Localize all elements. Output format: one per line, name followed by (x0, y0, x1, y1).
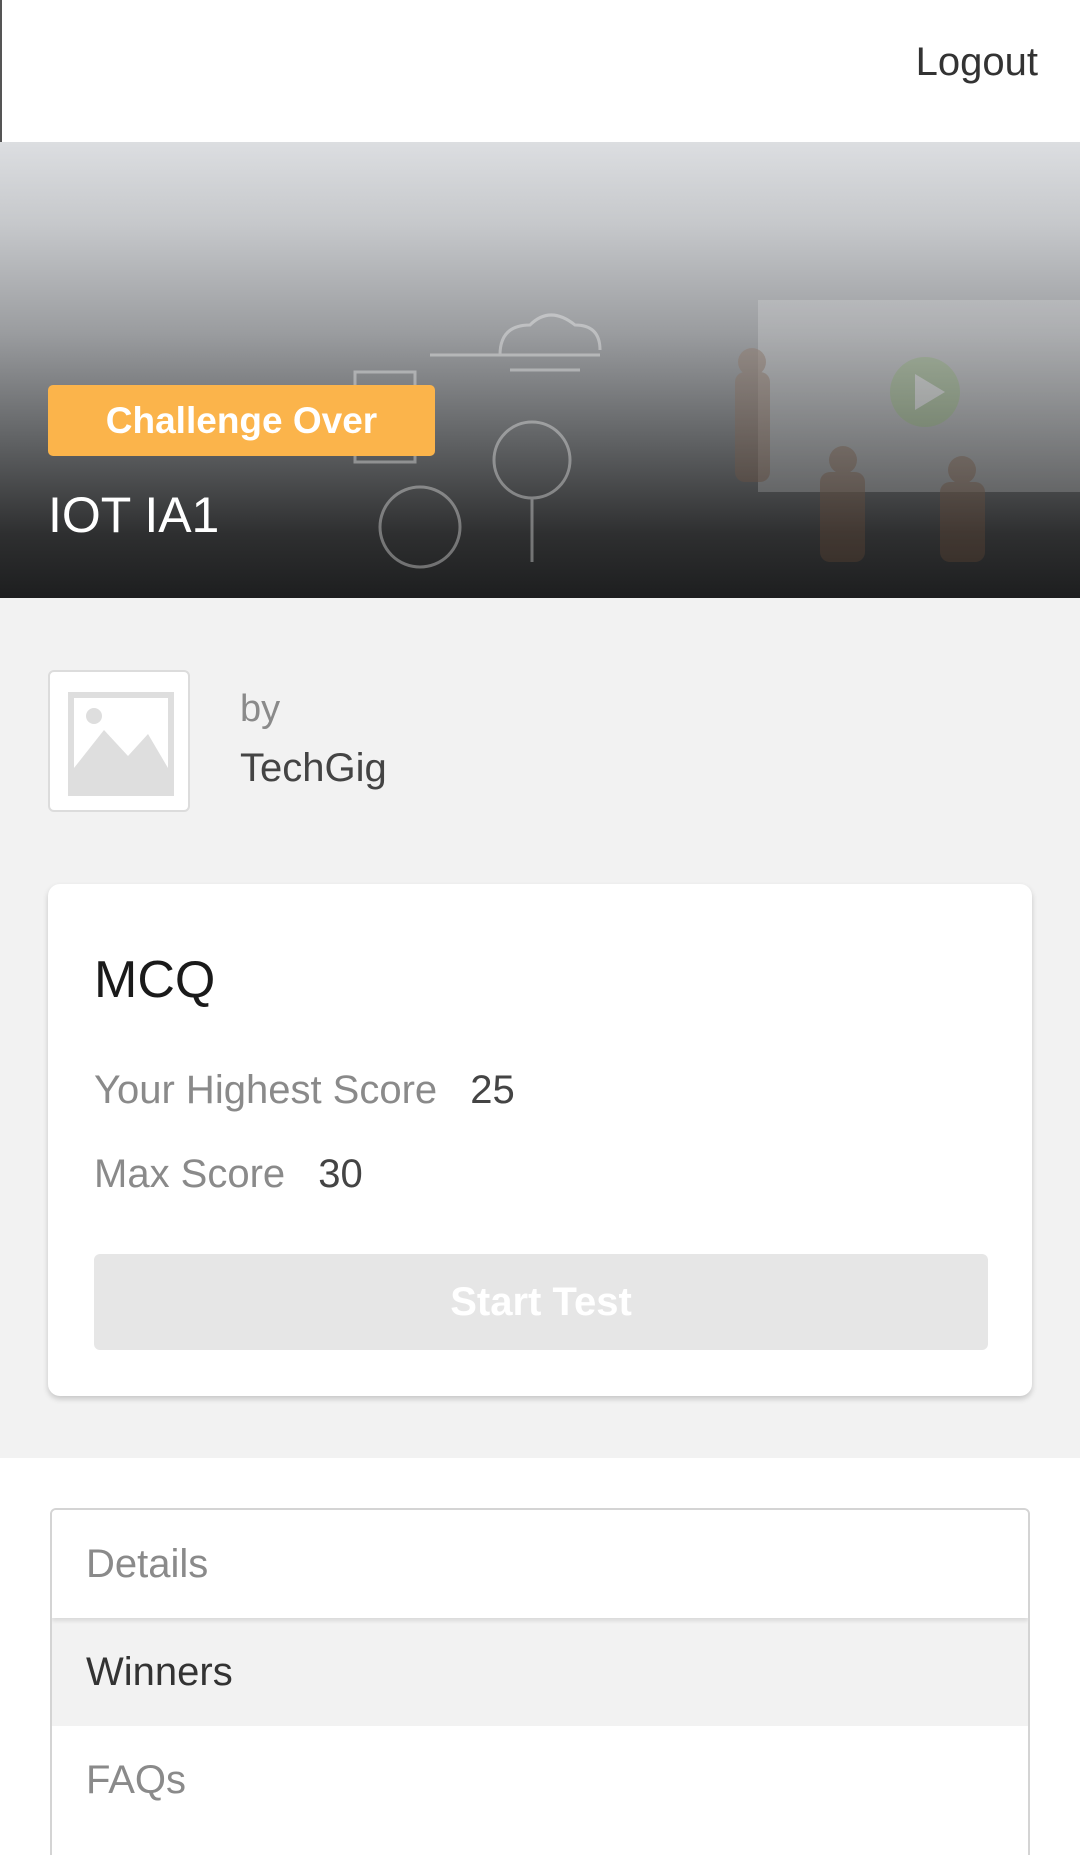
tab-faqs[interactable]: FAQs (52, 1726, 1028, 1834)
max-score-row: Max Score 30 (94, 1152, 363, 1197)
organizer-by-label: by (240, 688, 281, 730)
test-type-title: MCQ (94, 951, 216, 1009)
organizer-name: TechGig (240, 746, 387, 790)
challenge-title: IOT IA1 (48, 487, 220, 543)
highest-score-value: 25 (470, 1068, 515, 1112)
start-test-button[interactable]: Start Test (94, 1254, 988, 1350)
organizer-logo (48, 670, 190, 812)
tab-winners[interactable]: Winners (52, 1618, 1028, 1726)
tab-details[interactable]: Details (52, 1510, 1028, 1618)
logout-link[interactable]: Logout (916, 40, 1038, 85)
challenge-page: Logout Challenge Over IOT IA1 by TechGig… (0, 0, 1080, 1855)
details-section: Details Winners FAQs (0, 1458, 1080, 1855)
challenge-banner: Challenge Over IOT IA1 (0, 142, 1080, 598)
max-score-label: Max Score (94, 1152, 286, 1196)
top-bar: Logout (0, 0, 1080, 142)
image-placeholder-icon (68, 692, 174, 796)
highest-score-row: Your Highest Score 25 (94, 1068, 515, 1113)
mcq-test-card: MCQ Your Highest Score 25 Max Score 30 S… (48, 884, 1032, 1396)
max-score-value: 30 (318, 1152, 363, 1196)
section-tabs: Details Winners FAQs (50, 1508, 1030, 1855)
challenge-status-badge: Challenge Over (48, 385, 435, 456)
highest-score-label: Your Highest Score (94, 1068, 438, 1112)
